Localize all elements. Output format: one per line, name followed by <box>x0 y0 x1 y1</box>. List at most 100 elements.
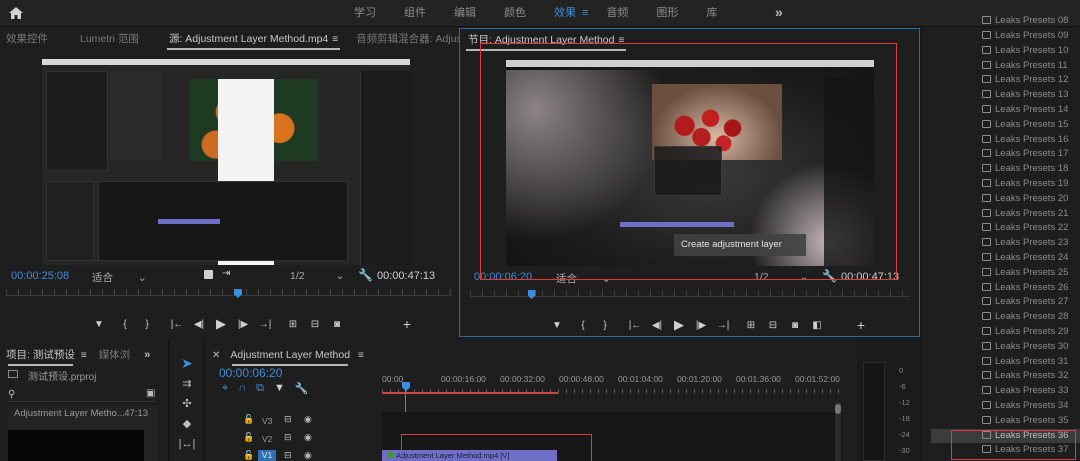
program-timecode[interactable]: 00:00:06:20 <box>474 271 532 283</box>
sync-lock-icon[interactable]: ⊟ <box>284 414 292 425</box>
tab-program[interactable]: 节目: Adjustment Layer Method ≡ <box>462 29 630 51</box>
tab-source[interactable]: 源: Adjustment Layer Method.mp4 ≡ <box>163 28 344 50</box>
ripple-edit-tool-icon[interactable]: ✣ <box>178 396 196 412</box>
workspace-menu-icon[interactable]: ≡ <box>582 7 588 19</box>
workspace-tab-7[interactable]: 库 <box>692 0 731 26</box>
program-video-frame[interactable]: Create adjustment layer <box>506 60 874 266</box>
project-clip-item[interactable]: Adjustment Layer Metho... 47:13 <box>8 406 158 461</box>
add-marker-icon[interactable]: ▼ <box>546 317 568 333</box>
workspace-tab-1[interactable]: 组件 <box>390 0 440 26</box>
add-button-icon[interactable]: + <box>850 317 872 333</box>
preset-item[interactable]: Leaks Presets 13 <box>982 88 1068 103</box>
step-back-icon[interactable]: ◀| <box>646 317 668 333</box>
step-back-icon[interactable]: ◀| <box>188 316 210 332</box>
insert-button-icon[interactable]: ⊞ <box>282 316 304 332</box>
insert-icon[interactable]: ⇥ <box>222 268 230 279</box>
preset-item[interactable]: Leaks Presets 11 <box>982 59 1068 74</box>
panel-overflow-icon[interactable]: » <box>144 349 150 361</box>
preset-item[interactable]: Leaks Presets 10 <box>982 44 1068 59</box>
program-resolution-select[interactable]: 1/2 ⌄ <box>754 271 808 283</box>
preset-item[interactable]: Leaks Presets 16 <box>982 133 1068 148</box>
slip-tool-icon[interactable]: |↔| <box>178 436 196 452</box>
preset-item[interactable]: Leaks Presets 15 <box>982 118 1068 133</box>
preset-item[interactable]: Leaks Presets 17 <box>982 147 1068 162</box>
workspace-overflow-icon[interactable]: » <box>775 4 783 20</box>
mark-in-icon[interactable]: { <box>114 316 136 332</box>
go-to-out-icon[interactable]: →| <box>712 317 734 333</box>
preset-item[interactable]: Leaks Presets 30 <box>982 340 1068 355</box>
preset-item[interactable]: Leaks Presets 23 <box>982 236 1068 251</box>
workspace-tab-3[interactable]: 颜色 <box>490 0 540 26</box>
video-clip[interactable]: Adjustment Layer Method.mp4 [V] <box>382 450 557 461</box>
overwrite-button-icon[interactable]: ⊟ <box>304 316 326 332</box>
preset-item[interactable]: Leaks Presets 21 <box>982 207 1068 222</box>
tab-lumetri-scopes[interactable]: Lumetri 范围 <box>74 28 145 50</box>
program-fit-select[interactable]: 适合 ⌄ <box>556 271 611 286</box>
tab-media-browser[interactable]: 媒体浏 <box>97 344 133 366</box>
lock-icon[interactable]: 🔓 <box>243 414 254 425</box>
snap-icon[interactable]: ∩ <box>238 382 246 395</box>
source-playhead[interactable] <box>233 289 242 298</box>
preset-item[interactable]: Leaks Presets 32 <box>982 369 1068 384</box>
panel-menu-icon[interactable]: ≡ <box>358 350 364 361</box>
preset-item[interactable]: Leaks Presets 12 <box>982 73 1068 88</box>
timeline-timecode[interactable]: 00:00:06:20 <box>219 366 282 380</box>
comparison-view-icon[interactable]: ◧ <box>806 317 828 333</box>
tab-timeline-sequence[interactable]: Adjustment Layer Method <box>228 344 352 366</box>
export-frame-icon[interactable]: ◙ <box>326 316 348 332</box>
home-icon[interactable] <box>8 5 24 21</box>
panel-menu-icon[interactable]: ≡ <box>81 350 87 361</box>
track-select-tool-icon[interactable]: ⇉ <box>178 376 196 392</box>
panel-menu-icon[interactable]: ≡ <box>332 34 338 45</box>
workspace-tab-2[interactable]: 编辑 <box>440 0 490 26</box>
add-button-icon[interactable]: + <box>396 316 418 332</box>
timeline-vertical-scrollbar[interactable] <box>835 402 841 461</box>
tab-effect-controls[interactable]: 效果控件 <box>0 28 54 50</box>
add-marker-icon[interactable]: ▼ <box>88 316 110 332</box>
play-icon[interactable]: ▶ <box>210 316 232 332</box>
preset-item[interactable]: Leaks Presets 33 <box>982 384 1068 399</box>
preset-item-selected[interactable]: Leaks Presets 36 <box>931 428 1080 444</box>
program-playhead[interactable] <box>527 290 536 299</box>
preset-item[interactable]: Leaks Presets 20 <box>982 192 1068 207</box>
linked-selection-icon[interactable]: ⧉ <box>256 382 264 395</box>
play-icon[interactable]: ▶ <box>668 317 690 333</box>
preset-item[interactable]: Leaks Presets 09 <box>982 29 1068 44</box>
panel-menu-icon[interactable]: ≡ <box>618 35 624 46</box>
sync-lock-icon[interactable]: ⊟ <box>284 432 292 443</box>
step-forward-icon[interactable]: |▶ <box>690 317 712 333</box>
preset-item[interactable]: Leaks Presets 31 <box>982 355 1068 370</box>
source-video-frame[interactable] <box>42 59 410 265</box>
step-forward-icon[interactable]: |▶ <box>232 316 254 332</box>
lock-icon[interactable]: 🔓 <box>243 450 254 461</box>
tab-project[interactable]: 项目: 测试预设 <box>4 344 77 366</box>
razor-tool-icon[interactable]: ◆ <box>178 416 196 432</box>
lock-icon[interactable]: 🔓 <box>243 432 254 443</box>
sync-lock-icon[interactable]: ⊟ <box>284 450 292 461</box>
preset-item[interactable]: Leaks Presets 08 <box>982 14 1068 29</box>
preset-item[interactable]: Leaks Presets 22 <box>982 221 1068 236</box>
eye-icon[interactable]: ◉ <box>304 450 312 461</box>
work-area-bar[interactable] <box>382 392 558 394</box>
preset-item[interactable]: Leaks Presets 34 <box>982 399 1068 414</box>
preset-item[interactable]: Leaks Presets 25 <box>982 266 1068 281</box>
preset-item[interactable]: Leaks Presets 35 <box>982 414 1068 429</box>
source-fit-select[interactable]: 适合 ⌄ <box>92 270 147 285</box>
go-to-in-icon[interactable]: |← <box>624 317 646 333</box>
go-to-out-icon[interactable]: →| <box>254 316 276 332</box>
preset-item[interactable]: Leaks Presets 24 <box>982 251 1068 266</box>
mark-in-icon[interactable]: { <box>572 317 594 333</box>
nest-icon[interactable]: ⌖ <box>222 382 228 395</box>
preset-item[interactable]: Leaks Presets 37 <box>982 443 1068 458</box>
new-bin-icon[interactable]: ▣ <box>146 388 155 399</box>
extract-icon[interactable]: ⊟ <box>762 317 784 333</box>
timeline-settings-icon[interactable]: 🔧 <box>295 382 309 395</box>
scrollbar-thumb[interactable] <box>835 404 841 414</box>
workspace-tab-5[interactable]: 音频 <box>592 0 642 26</box>
mark-out-icon[interactable]: } <box>594 317 616 333</box>
project-search-input[interactable]: ⚲ <box>8 388 156 402</box>
close-icon[interactable]: ✕ <box>212 350 220 361</box>
preset-item[interactable]: Leaks Presets 29 <box>982 325 1068 340</box>
safe-margins-icon[interactable] <box>204 270 213 279</box>
lift-icon[interactable]: ⊞ <box>740 317 762 333</box>
